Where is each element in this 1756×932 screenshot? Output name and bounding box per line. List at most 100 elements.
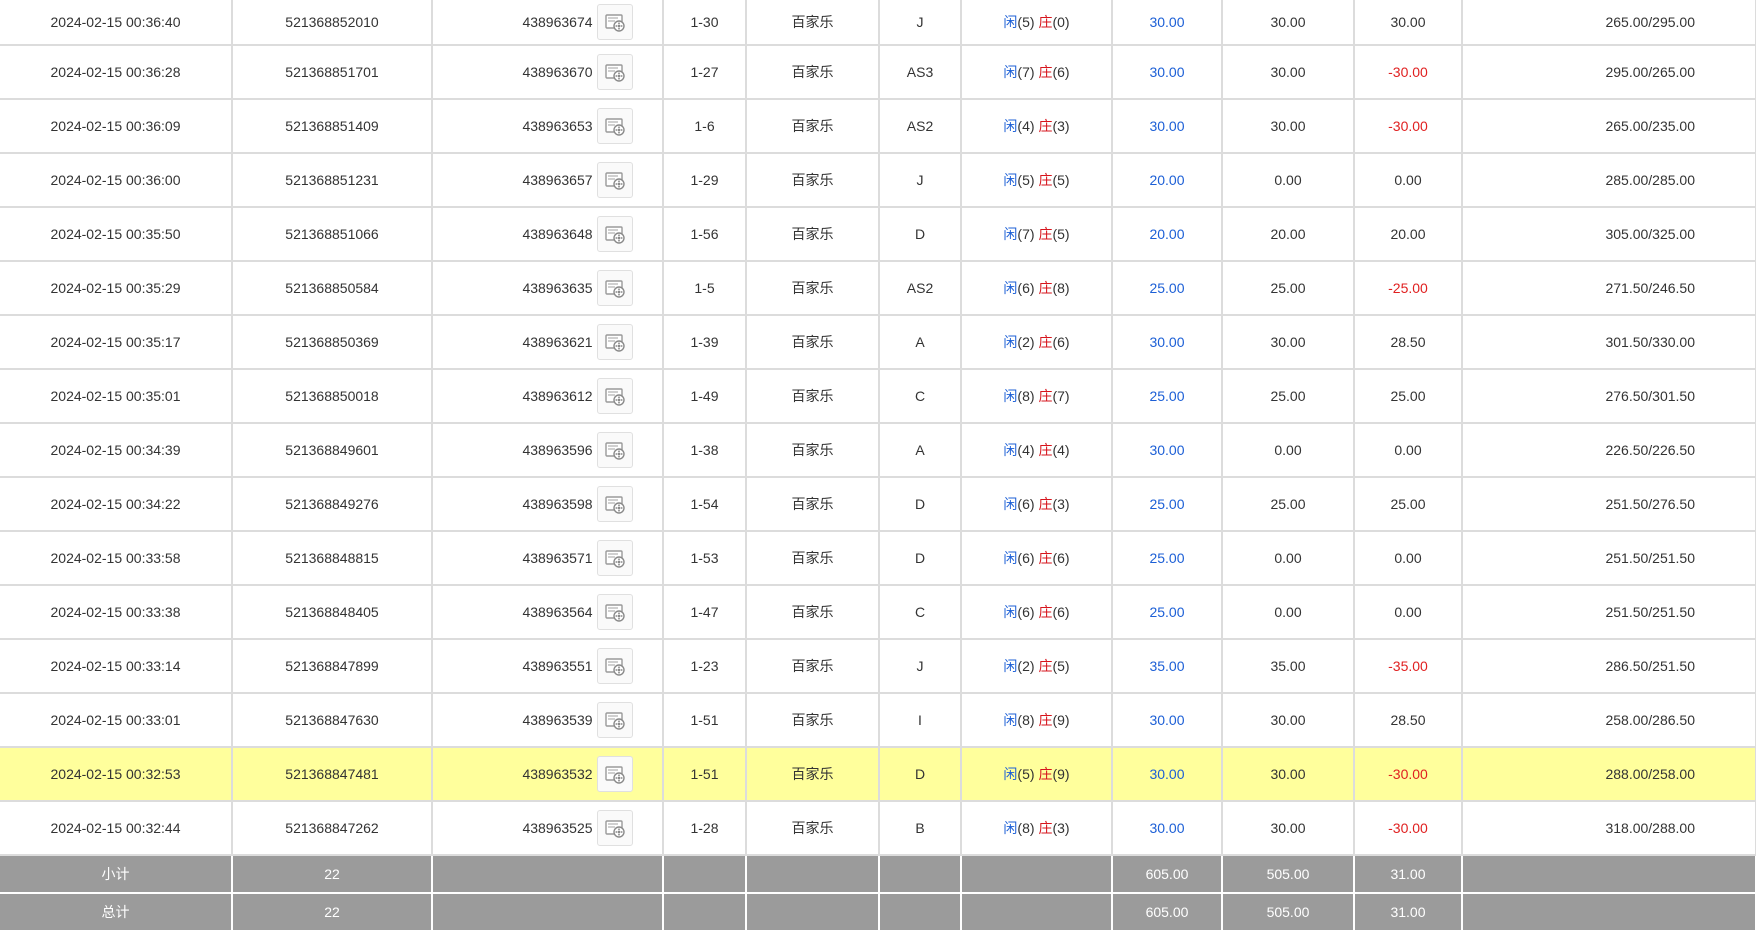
bet-time: 2024-02-15 00:35:17 (50, 334, 181, 350)
bet-time: 2024-02-15 00:33:14 (50, 658, 181, 674)
banker-label: 庄 (1038, 280, 1053, 296)
table-row[interactable]: 2024-02-15 00:33:38 521368848405 4389635… (0, 585, 1756, 640)
banker-label: 庄 (1038, 226, 1053, 242)
table-row[interactable]: 2024-02-15 00:36:09 521368851409 4389636… (0, 99, 1756, 154)
replay-button[interactable] (596, 648, 633, 684)
order-number-cell: 521368851701 (232, 45, 433, 100)
replay-button[interactable] (596, 4, 633, 40)
summary-valid-total: 505.00 (1266, 904, 1310, 920)
order-number: 521368851231 (285, 172, 379, 188)
bet-time-cell: 2024-02-15 00:33:01 (0, 693, 233, 748)
table-row[interactable]: 2024-02-15 00:35:17 521368850369 4389636… (0, 315, 1756, 370)
balance-before-after: 265.00/295.00 (1605, 14, 1695, 30)
replay-button[interactable] (596, 432, 633, 468)
order-number-cell: 521368852010 (232, 0, 433, 46)
banker-label: 庄 (1038, 442, 1053, 458)
player-label: 闲 (1003, 442, 1018, 458)
table-row[interactable]: 2024-02-15 00:36:40 521368852010 4389636… (0, 0, 1756, 46)
bet-on-cell: D (879, 531, 962, 586)
bet-time-cell: 2024-02-15 00:34:22 (0, 477, 233, 532)
summary-empty-cell (961, 855, 1113, 894)
table-row[interactable]: 2024-02-15 00:34:39 521368849601 4389635… (0, 423, 1756, 478)
summary-bet-total: 605.00 (1145, 866, 1189, 882)
table-row[interactable]: 2024-02-15 00:32:53 521368847481 4389635… (0, 747, 1756, 802)
bet-time-cell: 2024-02-15 00:35:17 (0, 315, 233, 370)
summary-count-cell: 22 (232, 893, 433, 932)
bet-time: 2024-02-15 00:35:50 (50, 226, 181, 242)
replay-button[interactable] (596, 162, 633, 198)
bet-on-cell: D (879, 207, 962, 262)
table-row[interactable]: 2024-02-15 00:33:01 521368847630 4389635… (0, 693, 1756, 748)
replay-button[interactable] (596, 756, 633, 792)
player-points: (7) (1017, 226, 1035, 242)
result-cell: 闲(8) 庄(9) (961, 693, 1113, 748)
valid-bet: 0.00 (1274, 604, 1302, 620)
order-number: 521368847899 (285, 658, 379, 674)
replay-button[interactable] (596, 810, 633, 846)
win-loss: 0.00 (1394, 172, 1422, 188)
result-cell: 闲(6) 庄(3) (961, 477, 1113, 532)
bet-on: A (915, 442, 925, 458)
video-replay-icon (604, 334, 625, 352)
game-type: 百家乐 (791, 496, 834, 512)
replay-button[interactable] (596, 378, 633, 414)
table-row[interactable]: 2024-02-15 00:36:28 521368851701 4389636… (0, 45, 1756, 100)
bet-time-cell: 2024-02-15 00:35:29 (0, 261, 233, 316)
replay-button[interactable] (596, 108, 633, 144)
bet-amount: 25.00 (1149, 496, 1185, 512)
summary-label: 小计 (101, 866, 130, 882)
player-label: 闲 (1003, 118, 1018, 134)
table-row[interactable]: 2024-02-15 00:33:14 521368847899 4389635… (0, 639, 1756, 694)
game-number: 438963674 (522, 14, 593, 30)
table-row[interactable]: 2024-02-15 00:33:58 521368848815 4389635… (0, 531, 1756, 586)
bet-on-cell: J (879, 639, 962, 694)
table-row[interactable]: 2024-02-15 00:36:00 521368851231 4389636… (0, 153, 1756, 208)
valid-bet: 25.00 (1270, 280, 1306, 296)
banker-points: (6) (1052, 334, 1070, 350)
game-number: 438963564 (522, 604, 593, 620)
bet-amount-cell: 30.00 (1112, 801, 1223, 856)
game-number: 438963657 (522, 172, 593, 188)
replay-button[interactable] (596, 324, 633, 360)
summary-empty-cell (432, 855, 664, 894)
table-row[interactable]: 2024-02-15 00:35:29 521368850584 4389636… (0, 261, 1756, 316)
player-points: (6) (1017, 550, 1035, 566)
result-cell: 闲(2) 庄(5) (961, 639, 1113, 694)
game-type: 百家乐 (791, 766, 834, 782)
replay-button[interactable] (596, 216, 633, 252)
game-type-cell: 百家乐 (746, 693, 880, 748)
table-row[interactable]: 2024-02-15 00:32:44 521368847262 4389635… (0, 801, 1756, 856)
replay-button[interactable] (596, 594, 633, 630)
replay-button[interactable] (596, 270, 633, 306)
order-number-cell: 521368850584 (232, 261, 433, 316)
win-loss: 0.00 (1394, 550, 1422, 566)
game-type: 百家乐 (791, 226, 834, 242)
table-row[interactable]: 2024-02-15 00:35:01 521368850018 4389636… (0, 369, 1756, 424)
balance-before-after: 305.00/325.00 (1605, 226, 1695, 242)
win-loss: 25.00 (1390, 388, 1426, 404)
banker-label: 庄 (1038, 604, 1053, 620)
replay-button[interactable] (596, 540, 633, 576)
table-row[interactable]: 2024-02-15 00:34:22 521368849276 4389635… (0, 477, 1756, 532)
bet-amount-cell: 30.00 (1112, 747, 1223, 802)
replay-button[interactable] (596, 702, 633, 738)
result-cell: 闲(5) 庄(9) (961, 747, 1113, 802)
win-loss-cell: 25.00 (1354, 477, 1463, 532)
bet-time-cell: 2024-02-15 00:35:01 (0, 369, 233, 424)
banker-points: (9) (1052, 712, 1070, 728)
player-label: 闲 (1003, 64, 1018, 80)
player-points: (2) (1017, 334, 1035, 350)
table-number: 1-51 (690, 766, 719, 782)
order-number: 521368851409 (285, 118, 379, 134)
player-label: 闲 (1003, 604, 1018, 620)
win-loss-cell: 0.00 (1354, 423, 1463, 478)
player-label: 闲 (1003, 388, 1018, 404)
bet-on-cell: D (879, 747, 962, 802)
replay-button[interactable] (596, 486, 633, 522)
video-replay-icon (604, 820, 625, 838)
game-type-cell: 百家乐 (746, 531, 880, 586)
replay-button[interactable] (596, 54, 633, 90)
video-replay-icon (604, 14, 625, 32)
table-row[interactable]: 2024-02-15 00:35:50 521368851066 4389636… (0, 207, 1756, 262)
balance-cell: 251.50/251.50 (1462, 585, 1756, 640)
